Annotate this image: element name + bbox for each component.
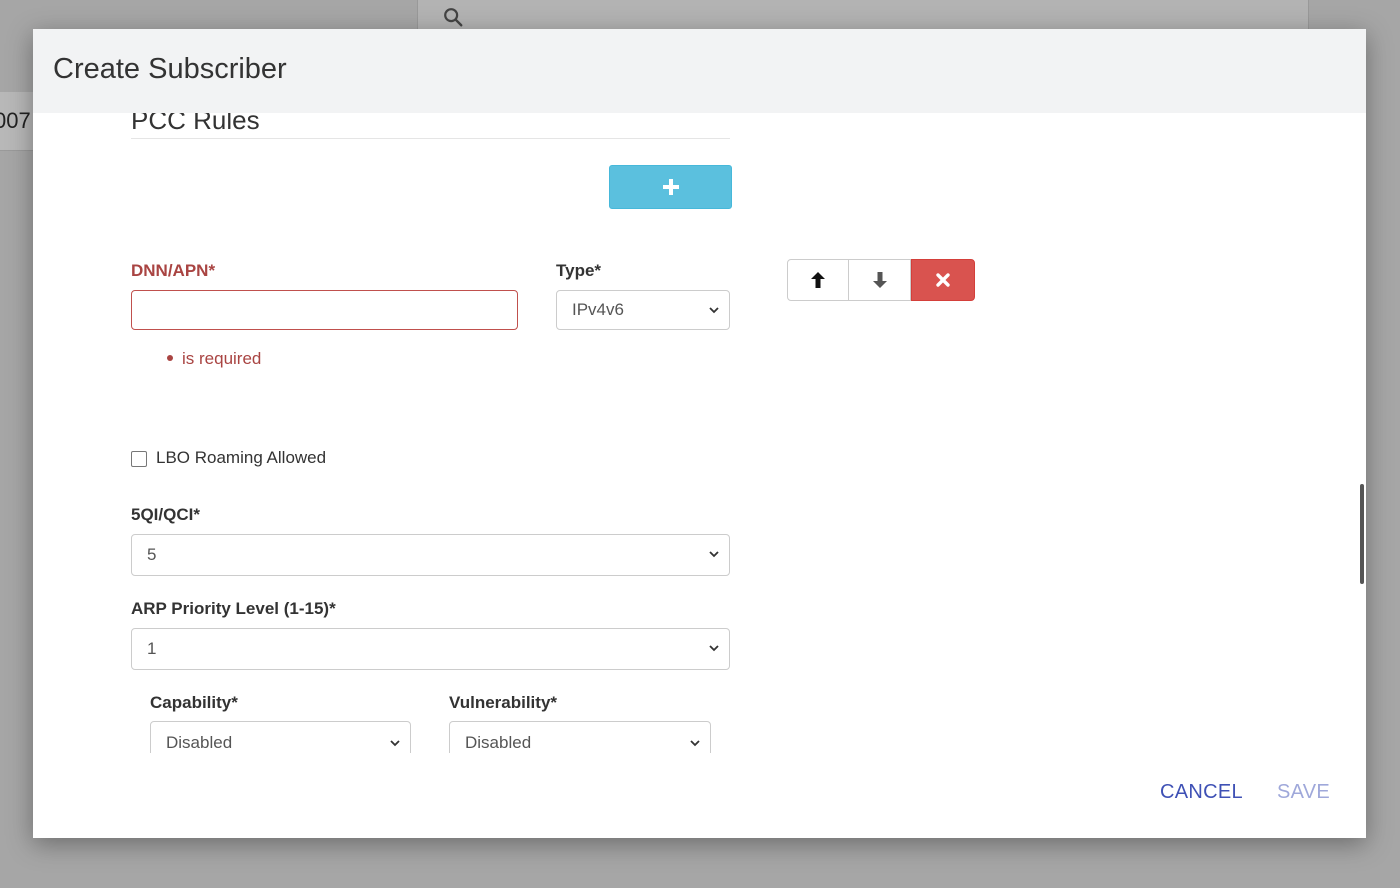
dnn-apn-error: is required	[167, 349, 261, 369]
move-down-button[interactable]	[849, 259, 911, 301]
dialog-footer: CANCEL SAVE	[33, 753, 1366, 838]
dialog-header: Create Subscriber	[33, 29, 1366, 113]
type-select-value: IPv4v6	[572, 300, 624, 319]
vulnerability-select[interactable]: Disabled	[449, 721, 711, 753]
dnn-apn-label: DNN/APN*	[131, 261, 216, 280]
dnn-apn-input[interactable]	[131, 290, 518, 330]
qci-label: 5QI/QCI*	[131, 505, 200, 524]
vulnerability-label: Vulnerability*	[449, 693, 558, 712]
search-icon	[444, 8, 463, 27]
remove-rule-button[interactable]	[911, 259, 975, 301]
close-icon	[936, 273, 950, 287]
section-divider	[131, 138, 730, 139]
background-search-bar	[417, 0, 1309, 29]
chevron-down-icon	[709, 645, 719, 652]
capability-select[interactable]: Disabled	[150, 721, 411, 753]
qci-select[interactable]: 5	[131, 534, 730, 576]
move-up-button[interactable]	[787, 259, 849, 301]
arp-priority-select-value: 1	[147, 639, 157, 658]
background-row-text: 007	[0, 108, 31, 133]
lbo-roaming-checkbox[interactable]	[131, 451, 147, 467]
chevron-down-icon	[390, 740, 400, 747]
lbo-roaming-label: LBO Roaming Allowed	[156, 448, 327, 467]
capability-label: Capability*	[150, 693, 238, 712]
arrow-down-icon	[872, 272, 887, 288]
dnn-apn-error-text: is required	[182, 349, 262, 368]
qci-select-value: 5	[147, 545, 157, 564]
capability-select-value: Disabled	[166, 733, 233, 752]
dialog-title: Create Subscriber	[53, 53, 287, 85]
cancel-button[interactable]: CANCEL	[1160, 781, 1243, 804]
type-select[interactable]: IPv4v6	[556, 290, 730, 330]
arp-priority-label: ARP Priority Level (1-15)*	[131, 599, 336, 618]
arrow-up-icon	[811, 272, 825, 288]
dialog-body: PCC Rules DNN/APN* is required Type* IPv…	[33, 113, 1366, 753]
section-title-pcc-rules: PCC Rules	[131, 113, 260, 135]
save-button[interactable]: SAVE	[1277, 781, 1330, 804]
vulnerability-select-value: Disabled	[465, 733, 532, 752]
error-bullet	[167, 354, 173, 361]
plus-icon	[662, 179, 679, 195]
add-pcc-rule-button[interactable]	[609, 165, 732, 209]
arp-priority-select[interactable]: 1	[131, 628, 730, 670]
chevron-down-icon	[709, 551, 719, 558]
rule-actions-group	[787, 259, 975, 301]
create-subscriber-dialog: Create Subscriber PCC Rules DNN/APN* is …	[33, 29, 1366, 838]
chevron-down-icon	[709, 307, 719, 314]
type-label: Type*	[556, 261, 602, 280]
dialog-scrollbar[interactable]	[1360, 484, 1364, 584]
chevron-down-icon	[690, 740, 700, 747]
